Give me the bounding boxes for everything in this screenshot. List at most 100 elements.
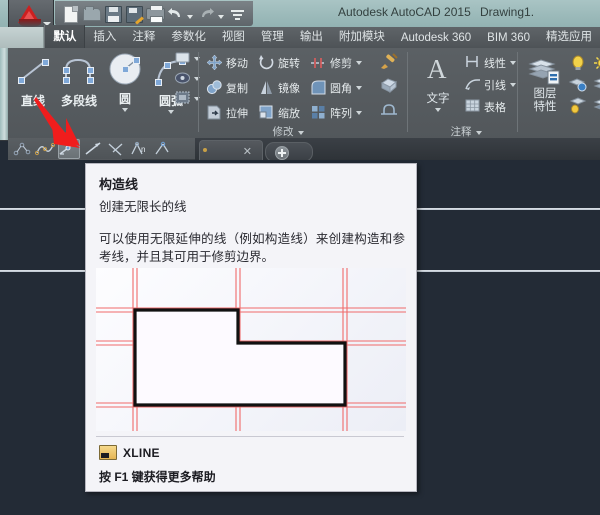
match-properties-brush-icon[interactable] — [379, 52, 398, 69]
hatch-dropdown-icon[interactable] — [194, 76, 200, 81]
document-tab[interactable]: ✕ — [199, 140, 263, 161]
tooltip-divider — [96, 436, 404, 437]
annotation-table-button[interactable]: 表格 — [464, 98, 516, 115]
layer-make-current-icon[interactable] — [592, 75, 600, 94]
modify-array-label: 阵列 — [330, 107, 352, 120]
linear-dropdown-icon[interactable] — [510, 60, 516, 65]
tab-manage[interactable]: 管理 — [253, 25, 292, 48]
layer-freeze-sun-icon[interactable] — [592, 54, 600, 73]
rectangle-icon[interactable] — [174, 50, 191, 67]
circle-icon — [102, 50, 148, 90]
panel-modify-label: 修改 — [202, 124, 374, 139]
printer-icon[interactable] — [145, 4, 165, 23]
save-as-icon[interactable] — [124, 4, 143, 23]
annotation-leader-button[interactable]: 引线 — [464, 76, 516, 93]
tab-bim-360[interactable]: BIM 360 — [479, 29, 538, 48]
explode-icon[interactable] — [379, 100, 397, 117]
modify-scale-button[interactable]: 缩放 — [258, 104, 300, 121]
tab-default[interactable]: 默认 — [44, 25, 86, 48]
new-tab-button[interactable] — [265, 142, 313, 162]
autocad-a-logo-base-icon — [19, 19, 41, 27]
modify-mirror-button[interactable]: 镜像 — [258, 79, 300, 96]
tooltip-command: XLINE — [99, 445, 160, 460]
tab-addins[interactable]: 附加模块 — [331, 25, 393, 48]
layer-on-bulb-icon[interactable] — [568, 54, 588, 73]
redo-arrow-icon[interactable] — [197, 4, 216, 23]
modify-stretch-label: 拉伸 — [226, 107, 248, 120]
measure-n-icon[interactable]: n — [129, 140, 149, 158]
command-tooltip: 构造线 创建无限长的线 可以使用无限延伸的线（例如构造线）来创建构造和参考线，并… — [85, 163, 417, 492]
tab-featured-apps[interactable]: 精选应用 — [538, 25, 600, 48]
annotation-leader-label: 引线 — [484, 79, 506, 92]
modify-copy-button[interactable]: 复制 — [206, 79, 248, 96]
layer-match-icon[interactable] — [592, 96, 600, 115]
text-dropdown-icon[interactable] — [435, 108, 441, 112]
multipoint-icon[interactable] — [12, 140, 32, 158]
tooltip-title: 构造线 — [99, 177, 139, 192]
scale-icon — [258, 104, 275, 121]
panel-modify-expand-icon[interactable] — [297, 131, 304, 135]
annotation-linear-button[interactable]: 线性 — [464, 54, 516, 71]
circle-dropdown-icon[interactable] — [122, 108, 128, 112]
tab-output[interactable]: 输出 — [292, 25, 331, 48]
panel-annotation-expand-icon[interactable] — [475, 131, 482, 135]
unsaved-dot-icon — [203, 148, 207, 152]
document-title: Drawing1. — [480, 5, 535, 19]
modify-array-button[interactable]: 阵列 — [310, 104, 362, 121]
application-menu-button[interactable] — [8, 0, 54, 27]
layer-off-icon[interactable] — [568, 96, 588, 115]
panel-annotation: A 文字 线性 引线 表格 注释 — [412, 48, 520, 140]
linear-dimension-icon — [464, 54, 481, 71]
array-dropdown-icon[interactable] — [356, 110, 362, 115]
trim-icon — [310, 54, 327, 71]
leader-dropdown-icon[interactable] — [510, 82, 516, 87]
tab-annotate[interactable]: 注释 — [124, 25, 163, 48]
divide-icon[interactable] — [106, 140, 126, 158]
new-document-icon[interactable] — [61, 4, 80, 23]
close-x-icon[interactable]: ✕ — [243, 145, 252, 158]
tooltip-subtitle: 创建无限长的线 — [99, 200, 187, 214]
command-prompt-icon — [99, 445, 117, 460]
arc-dropdown-icon[interactable] — [168, 110, 174, 114]
open-folder-icon[interactable] — [82, 4, 101, 23]
point-measure-icon[interactable] — [152, 140, 172, 158]
tab-parametric[interactable]: 参数化 — [163, 25, 214, 48]
overflow-menu-icon[interactable] — [228, 4, 247, 23]
quick-access-toolbar — [55, 1, 253, 26]
svg-text:n: n — [141, 145, 145, 154]
rectangle-dropdown-icon[interactable] — [194, 56, 200, 61]
app-title: Autodesk AutoCAD 2015 — [338, 5, 471, 19]
redo-dropdown-icon[interactable] — [218, 14, 224, 19]
copy-icon — [206, 79, 223, 96]
undo-arrow-icon[interactable] — [166, 4, 185, 23]
modify-fillet-label: 圆角 — [330, 82, 352, 95]
tab-insert[interactable]: 插入 — [85, 25, 124, 48]
modify-move-label: 移动 — [226, 57, 248, 70]
trim-dropdown-icon[interactable] — [356, 60, 362, 65]
fillet-icon — [310, 79, 327, 96]
plus-circle-icon — [275, 146, 289, 160]
save-floppy-icon[interactable] — [103, 4, 122, 23]
stretch-icon — [206, 104, 223, 121]
modify-rotate-button[interactable]: 旋转 — [258, 54, 300, 71]
undo-dropdown-icon[interactable] — [187, 14, 193, 19]
fillet-dropdown-icon[interactable] — [356, 85, 362, 90]
gradient-dropdown-icon[interactable] — [194, 96, 200, 101]
draw-panel-side-icons — [174, 50, 200, 107]
annotation-linear-label: 线性 — [484, 57, 506, 70]
hatch-icon[interactable] — [174, 70, 191, 87]
draw-circle-button[interactable]: 圆 — [102, 50, 148, 112]
modify-fillet-button[interactable]: 圆角 — [310, 79, 362, 96]
annotation-text-button[interactable]: A 文字 — [416, 54, 460, 112]
tab-autodesk-360[interactable]: Autodesk 360 — [393, 29, 479, 48]
layer-isolate-icon[interactable] — [568, 75, 588, 94]
panel-divider-draw — [198, 52, 199, 132]
modify-stretch-button[interactable]: 拉伸 — [206, 104, 248, 121]
modify-trim-button[interactable]: 修剪 — [310, 54, 362, 71]
erase-block-icon[interactable] — [379, 76, 397, 94]
tab-view[interactable]: 视图 — [214, 25, 253, 48]
modify-move-button[interactable]: 移动 — [206, 54, 248, 71]
tooltip-figure — [96, 268, 406, 431]
layer-properties-button[interactable]: 图层 特性 — [524, 54, 566, 114]
gradient-icon[interactable] — [174, 90, 191, 107]
